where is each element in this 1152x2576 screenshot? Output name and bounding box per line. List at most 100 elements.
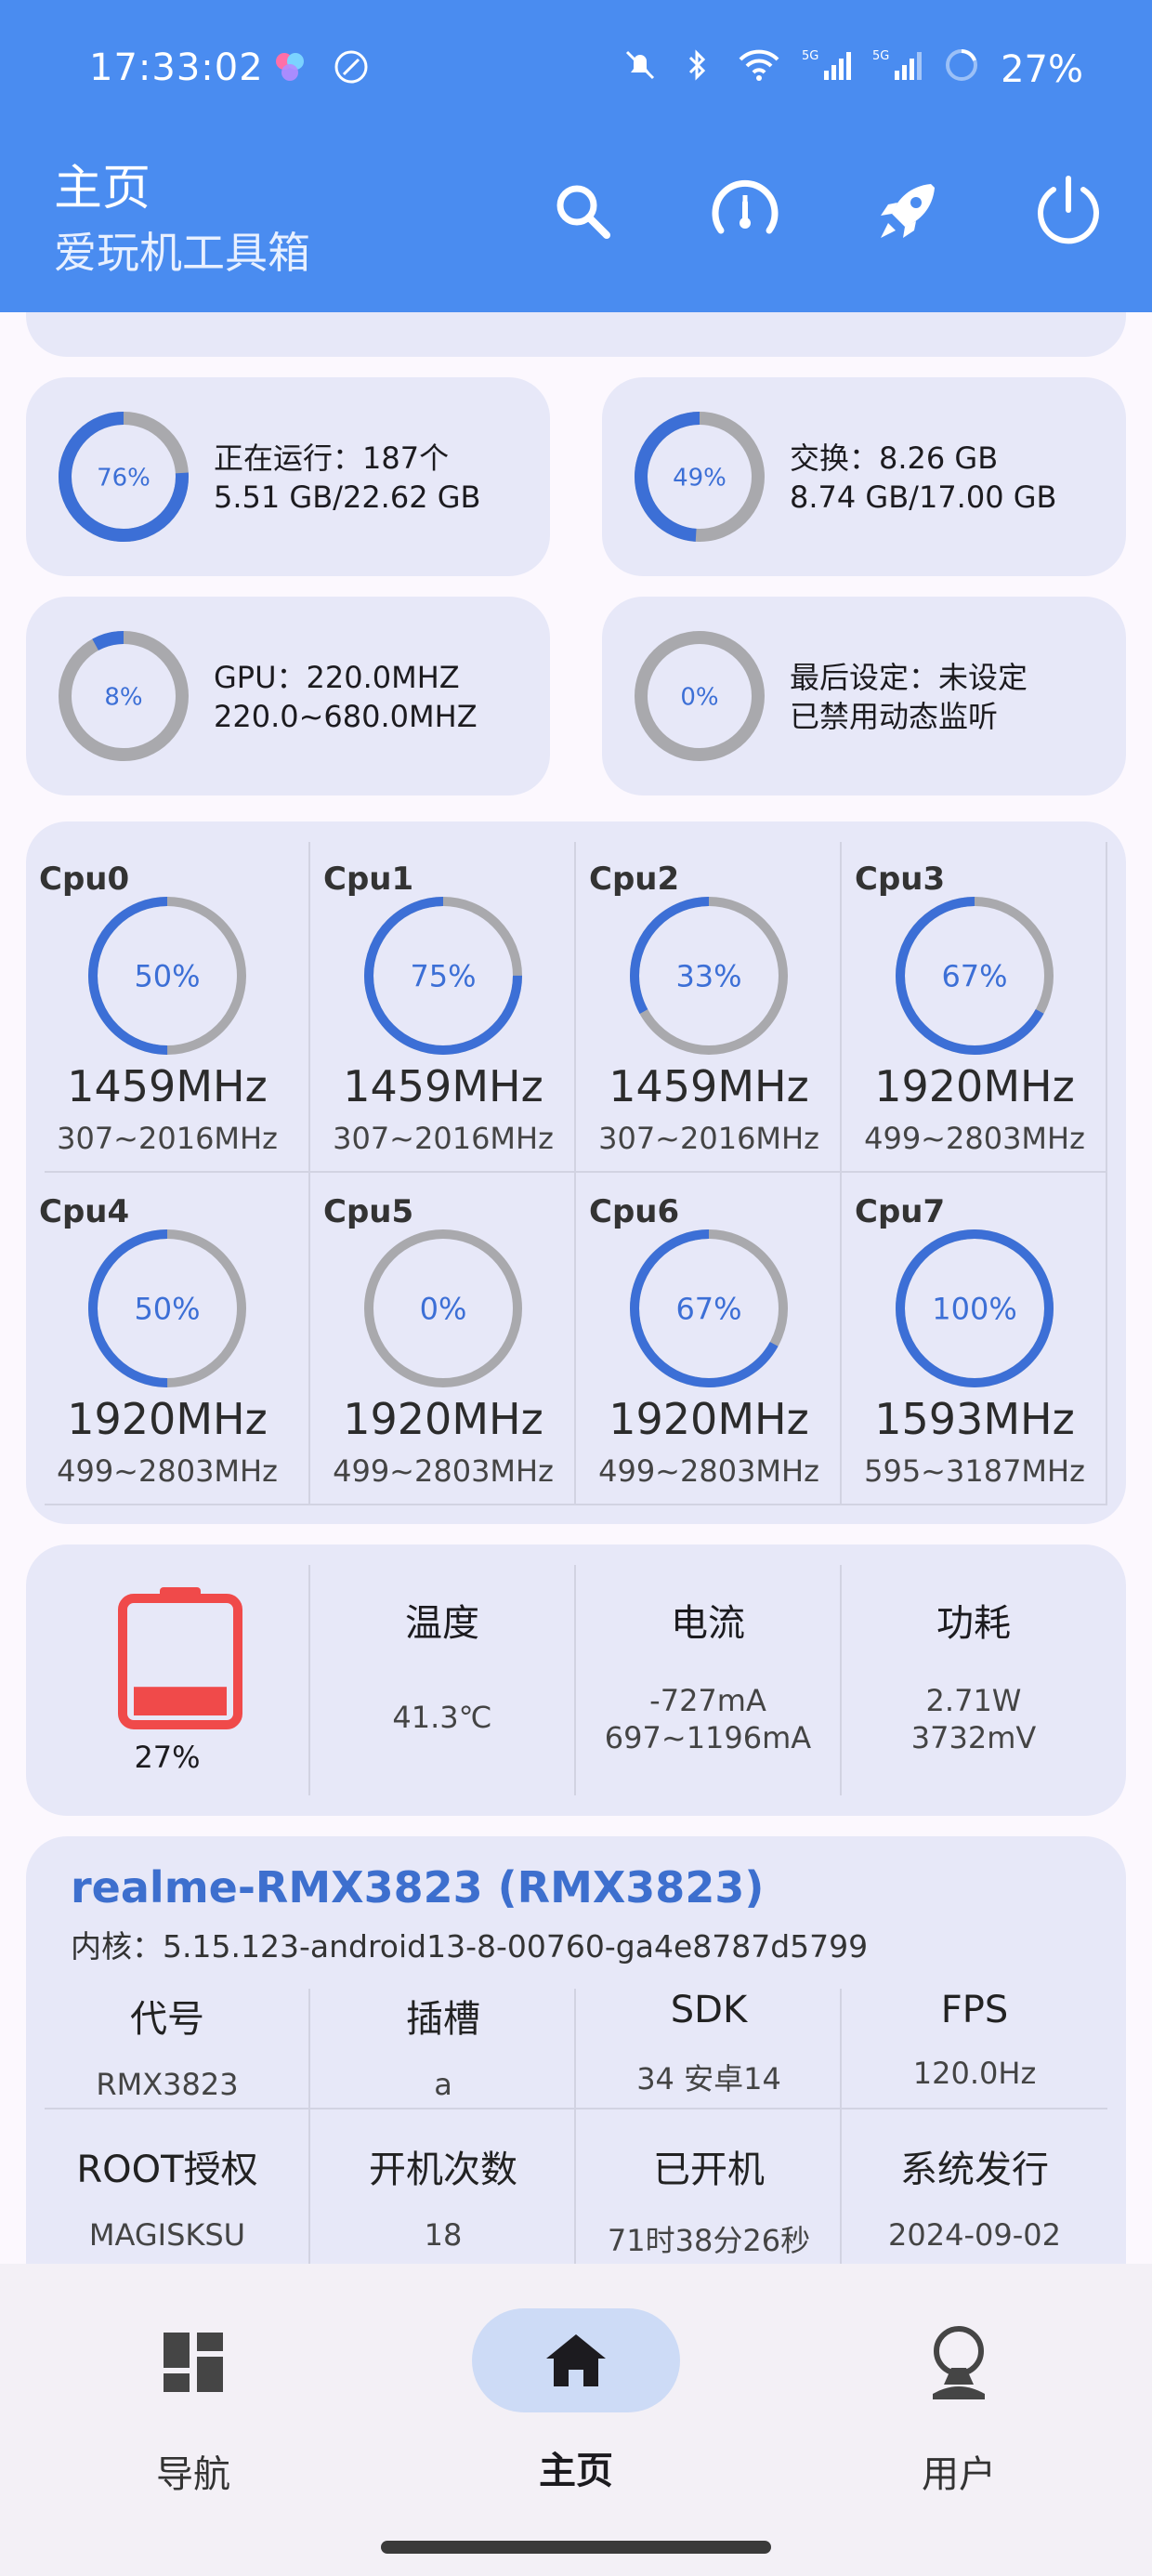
cpu-frequency: 1920MHz (343, 1394, 543, 1444)
signal-5g-icon-2: 5G (872, 46, 923, 93)
mini-card-1-percent: 49% (673, 464, 727, 492)
nav-item-home[interactable]: 主页 (437, 2308, 715, 2494)
device-field: SDK 34 安卓14 (576, 1989, 842, 2098)
cpu-cell-cpu2: Cpu2 33% 1459MHz 307~2016MHz (576, 821, 842, 1156)
home-indicator[interactable] (381, 2541, 771, 2554)
cpu-4-percent: 50% (134, 1292, 200, 1327)
rocket-icon (881, 184, 935, 238)
search-button[interactable] (537, 165, 630, 258)
cpu-frequency-range: 595~3187MHz (864, 1453, 1085, 1489)
memory-card[interactable]: 76% 正在运行：187个 5.51 GB/22.62 GB (26, 377, 550, 576)
mini-card-text-2: 220.0~680.0MHZ (214, 699, 478, 734)
app-bar: 17:33:02 5G 5G 27% 主页 爱玩机工具箱 (0, 0, 1152, 312)
home-icon (546, 2334, 606, 2386)
cpu-7-ring: 100% (896, 1229, 1054, 1387)
boost-button[interactable] (860, 165, 953, 258)
mini-card-1-ring: 49% (635, 412, 765, 542)
cpu-frequency: 1459MHz (609, 1061, 809, 1111)
device-field: 开机次数 18 (310, 2139, 576, 2253)
device-field: 代号 RMX3823 (26, 1989, 308, 2102)
cpu-frequency: 1459MHz (67, 1061, 268, 1111)
cpu-frequency-range: 499~2803MHz (57, 1453, 278, 1489)
device-field-value: 18 (424, 2217, 463, 2253)
cpu-2-percent: 33% (675, 959, 741, 994)
cpu-frequency-range: 499~2803MHz (864, 1121, 1085, 1156)
device-field-label: 开机次数 (369, 2149, 517, 2191)
bluetooth-icon (679, 46, 716, 93)
governor-card[interactable]: 0% 最后设定：未设定 已禁用动态监听 (602, 597, 1126, 795)
temp-label: 温度 (405, 1602, 479, 1645)
dashboard-icon (164, 2333, 223, 2392)
battery-level-label: 27% (134, 1740, 201, 1775)
mute-icon (622, 46, 659, 93)
device-field-label: 插槽 (406, 1998, 480, 2041)
svg-text:5G: 5G (802, 49, 818, 63)
cpu-grid[interactable]: Cpu0 50% 1459MHz 307~2016MHz Cpu1 75% 1459MHz 3… (26, 821, 1126, 1524)
device-field-label: FPS (940, 1989, 1009, 2031)
user-icon (933, 2326, 985, 2399)
current-range: 697~1196mA (604, 1720, 812, 1755)
speedometer-button[interactable] (699, 165, 792, 258)
nav-item-navigation[interactable]: 导航 (54, 2308, 333, 2498)
device-field-label: SDK (670, 1989, 748, 2031)
cpu-0-ring: 50% (88, 897, 246, 1055)
mini-card-3-ring: 0% (635, 631, 765, 761)
svg-text:5G: 5G (872, 49, 889, 63)
cpu-name: Cpu4 (39, 1193, 130, 1230)
cpu-cell-cpu5: Cpu5 0% 1920MHz 499~2803MHz (310, 1154, 576, 1489)
power-button[interactable] (1022, 165, 1115, 258)
cpu-frequency-range: 307~2016MHz (57, 1121, 278, 1156)
mini-card-3-percent: 0% (680, 683, 718, 711)
cpu-6-percent: 67% (675, 1292, 741, 1327)
battery-level-icon (118, 1587, 242, 1729)
nav-label-navigation: 导航 (156, 2453, 230, 2496)
mini-card-text-1: 最后设定：未设定 (790, 660, 1028, 695)
cpu-frequency-range: 307~2016MHz (598, 1121, 819, 1156)
device-name: realme-RMX3823 (RMX3823) (71, 1862, 765, 1912)
speedometer-icon (712, 179, 779, 234)
nav-label-user: 用户 (922, 2453, 996, 2496)
device-field-value: a (434, 2067, 452, 2102)
cpu-frequency: 1920MHz (67, 1394, 268, 1444)
device-field: ROOT授权 MAGISKSU (26, 2139, 308, 2253)
cpu-frequency: 1920MHz (874, 1061, 1075, 1111)
cpu-1-ring: 75% (364, 897, 522, 1055)
status-bar: 17:33:02 5G 5G 27% (0, 41, 1152, 97)
cpu-cell-cpu1: Cpu1 75% 1459MHz 307~2016MHz (310, 821, 576, 1156)
cpu-name: Cpu3 (855, 861, 946, 898)
nav-label-home: 主页 (539, 2450, 613, 2492)
battery-status-text: 27% (1001, 48, 1083, 91)
mini-card-text-2: 已禁用动态监听 (790, 699, 999, 734)
mini-card-text-2: 8.74 GB/17.00 GB (790, 480, 1057, 515)
swap-card[interactable]: 49% 交换：8.26 GB 8.74 GB/17.00 GB (602, 377, 1126, 576)
gpu-card[interactable]: 8% GPU：220.0MHZ 220.0~680.0MHZ (26, 597, 550, 795)
nav-item-user[interactable]: 用户 (819, 2308, 1098, 2498)
mini-card-2-ring: 8% (59, 631, 189, 761)
cpu-2-ring: 33% (630, 897, 788, 1055)
cpu-6-ring: 67% (630, 1229, 788, 1387)
no-sync-icon (331, 46, 372, 91)
cpu-name: Cpu6 (589, 1193, 680, 1230)
cpu-4-ring: 50% (88, 1229, 246, 1387)
mini-card-text-1: 正在运行：187个 (214, 440, 450, 476)
mini-card-text-1: 交换：8.26 GB (790, 440, 999, 476)
cpu-name: Cpu7 (855, 1193, 946, 1230)
cpu-name: Cpu5 (323, 1193, 414, 1230)
cpu-0-percent: 50% (134, 959, 200, 994)
mini-card-text-2: 5.51 GB/22.62 GB (214, 480, 481, 515)
device-field-value: 2024-09-02 (888, 2217, 1061, 2253)
cpu-cell-cpu6: Cpu6 67% 1920MHz 499~2803MHz (576, 1154, 842, 1489)
cpu-frequency: 1920MHz (609, 1394, 809, 1444)
power-label: 功耗 (936, 1602, 1011, 1645)
battery-status-icon (943, 46, 980, 93)
device-field: 插槽 a (310, 1989, 576, 2102)
mini-card-0-percent: 76% (97, 464, 151, 492)
device-info-card[interactable]: realme-RMX3823 (RMX3823) 内核：5.15.123-and… (26, 1836, 1126, 2264)
mini-card-0-ring: 76% (59, 412, 189, 542)
device-field-label: 代号 (130, 1998, 204, 2041)
cpu-7-percent: 100% (932, 1292, 1016, 1327)
device-field-value: 34 安卓14 (636, 2061, 781, 2096)
search-icon (556, 185, 610, 239)
mini-card-text-1: GPU：220.0MHZ (214, 660, 460, 695)
battery-card[interactable]: 27% 温度 41.3℃ 电流 -727mA 697~1196mA 功耗 2.7… (26, 1544, 1126, 1816)
